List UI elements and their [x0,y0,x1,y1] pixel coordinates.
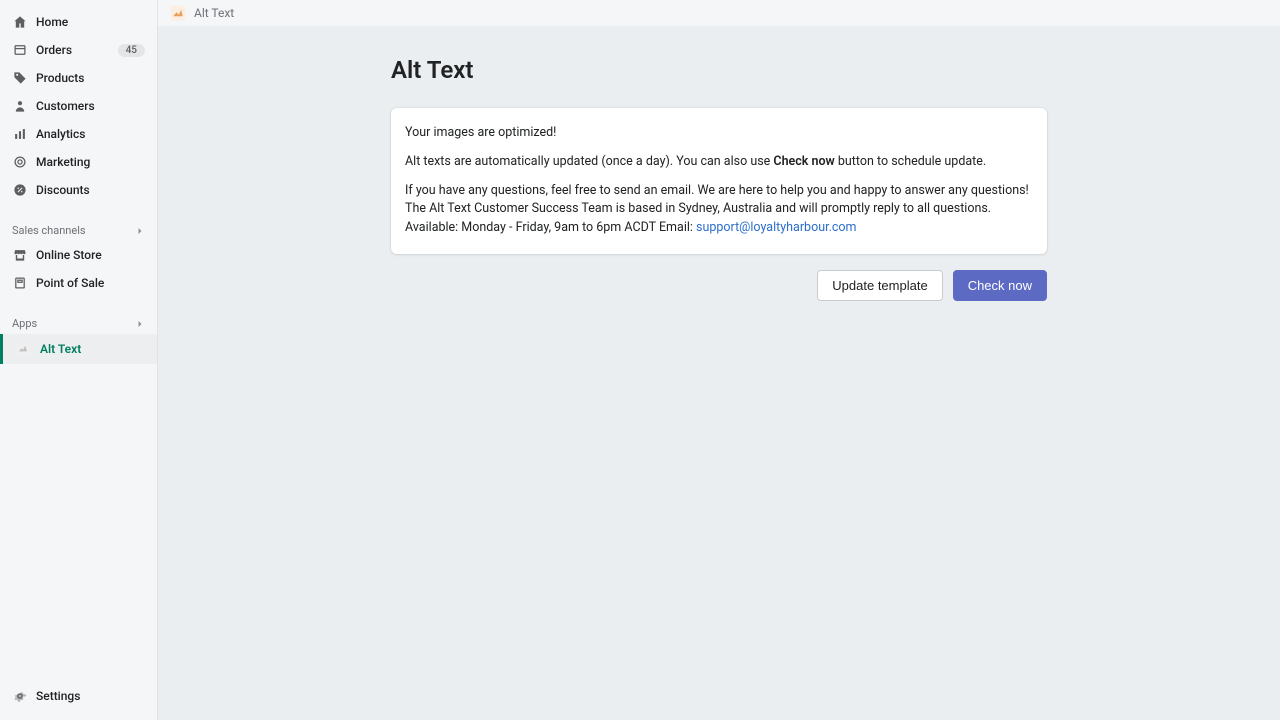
nav-settings[interactable]: Settings [0,682,157,710]
chevron-right-icon [135,226,145,236]
analytics-icon [12,126,28,142]
nav-label: Discounts [36,183,145,197]
nav-label: Orders [36,43,118,57]
nav-label: Products [36,71,145,85]
app-alt-text[interactable]: Alt Text [0,334,157,364]
card-line3: If you have any questions, feel free to … [405,182,1033,238]
nav-label: Settings [36,689,145,703]
nav-online-store[interactable]: Online Store [0,241,157,269]
nav-marketing[interactable]: Marketing [0,148,157,176]
sales-channels-header[interactable]: Sales channels [0,212,157,241]
tag-icon [12,70,28,86]
sidebar: Home Orders 45 Products Customers Anal [0,0,158,720]
nav-products[interactable]: Products [0,64,157,92]
main-area: Alt Text Alt Text Your images are optimi… [158,0,1280,720]
card-line1: Your images are optimized! [405,124,1033,143]
orders-icon [12,42,28,58]
page-title: Alt Text [391,56,1047,84]
apps-header[interactable]: Apps [0,305,157,334]
orders-badge: 45 [118,44,145,57]
content: Alt Text Your images are optimized! Alt … [158,26,1280,720]
nav-home[interactable]: Home [0,8,157,36]
update-template-button[interactable]: Update template [817,270,942,301]
nav-label: Online Store [36,248,145,262]
top-bar: Alt Text [158,0,1280,26]
nav-label: Point of Sale [36,276,145,290]
nav-discounts[interactable]: Discounts [0,176,157,204]
nav-label: Customers [36,99,145,113]
info-card: Your images are optimized! Alt texts are… [391,108,1047,254]
nav-customers[interactable]: Customers [0,92,157,120]
nav-label: Marketing [36,155,145,169]
pos-icon [12,275,28,291]
home-icon [12,14,28,30]
nav-point-of-sale[interactable]: Point of Sale [0,269,157,297]
alt-text-app-icon [170,5,186,21]
nav-analytics[interactable]: Analytics [0,120,157,148]
alt-text-app-icon [14,340,32,358]
discount-icon [12,182,28,198]
card-line2: Alt texts are automatically updated (onc… [405,153,1033,172]
nav-label: Analytics [36,127,145,141]
topbar-title: Alt Text [194,6,234,20]
section-label: Apps [12,317,37,330]
chevron-right-icon [135,319,145,329]
gear-icon [12,688,28,704]
section-label: Sales channels [12,224,86,237]
store-icon [12,247,28,263]
button-row: Update template Check now [391,270,1047,301]
person-icon [12,98,28,114]
marketing-icon [12,154,28,170]
nav-label: Home [36,15,145,29]
nav-orders[interactable]: Orders 45 [0,36,157,64]
check-now-button[interactable]: Check now [953,270,1047,301]
app-label: Alt Text [40,342,81,356]
support-email-link[interactable]: support@loyaltyharbour.com [696,220,856,235]
